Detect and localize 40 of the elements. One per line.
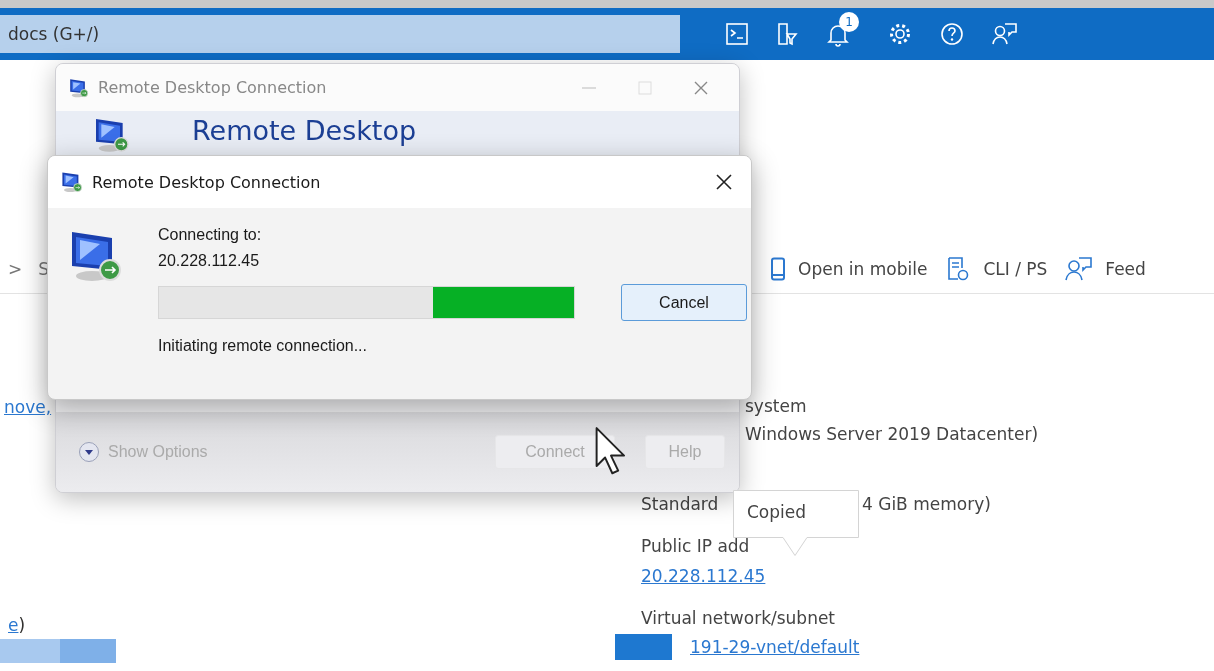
resource-link[interactable]: e	[8, 615, 19, 635]
tooltip-text: Copied	[747, 502, 807, 522]
status-text: Initiating remote connection...	[158, 337, 368, 355]
property-value: Standard	[641, 494, 719, 514]
paren-text: )	[18, 615, 26, 635]
phone-icon	[770, 257, 786, 281]
command-button[interactable]: Open in mobile	[770, 257, 928, 281]
close-icon[interactable]	[715, 173, 733, 191]
terminal-icon[interactable]	[726, 23, 748, 45]
address-text: 20.228.112.45	[158, 252, 261, 270]
chevron-text: >	[8, 259, 23, 279]
property-label: system	[744, 396, 808, 416]
selection-bar	[0, 639, 60, 663]
settings-icon[interactable]	[888, 22, 912, 46]
chevron-down-icon	[78, 441, 100, 463]
feedback-icon	[1065, 256, 1094, 282]
property-label: Public IP add	[641, 536, 751, 556]
app-icon	[68, 76, 90, 99]
command-button[interactable]: Feed	[1065, 256, 1146, 282]
property-value: 4 GiB memory)	[862, 494, 991, 514]
banner-title: Remote Desktop	[192, 115, 417, 146]
property-value: Windows Server 2019 Datacenter)	[744, 424, 1040, 444]
app-icon	[60, 170, 84, 194]
ip-address-link[interactable]: 20.228.112.45	[641, 566, 766, 586]
mouse-cursor	[594, 426, 628, 476]
selection-bar	[60, 639, 116, 663]
window-title: Remote Desktop Connection	[98, 78, 328, 97]
vnet-link[interactable]: 191-29-vnet/default	[690, 637, 860, 657]
help-icon[interactable]	[940, 22, 964, 46]
feedback-icon[interactable]	[992, 22, 1018, 46]
notifications-bell[interactable]: 1	[826, 12, 860, 48]
window-title: Remote Desktop Connection	[92, 172, 322, 192]
selection-bar	[615, 634, 672, 660]
filter-icon[interactable]	[776, 22, 798, 46]
notification-badge: 1	[839, 12, 859, 32]
connecting-label: Connecting to:	[158, 226, 263, 244]
command-button[interactable]: CLI / PS	[945, 256, 1048, 282]
property-label: Virtual network/subnet	[641, 608, 837, 628]
cancel-button[interactable]: Cancel	[621, 284, 747, 321]
search-field[interactable]: docs (G+/)	[0, 15, 680, 53]
